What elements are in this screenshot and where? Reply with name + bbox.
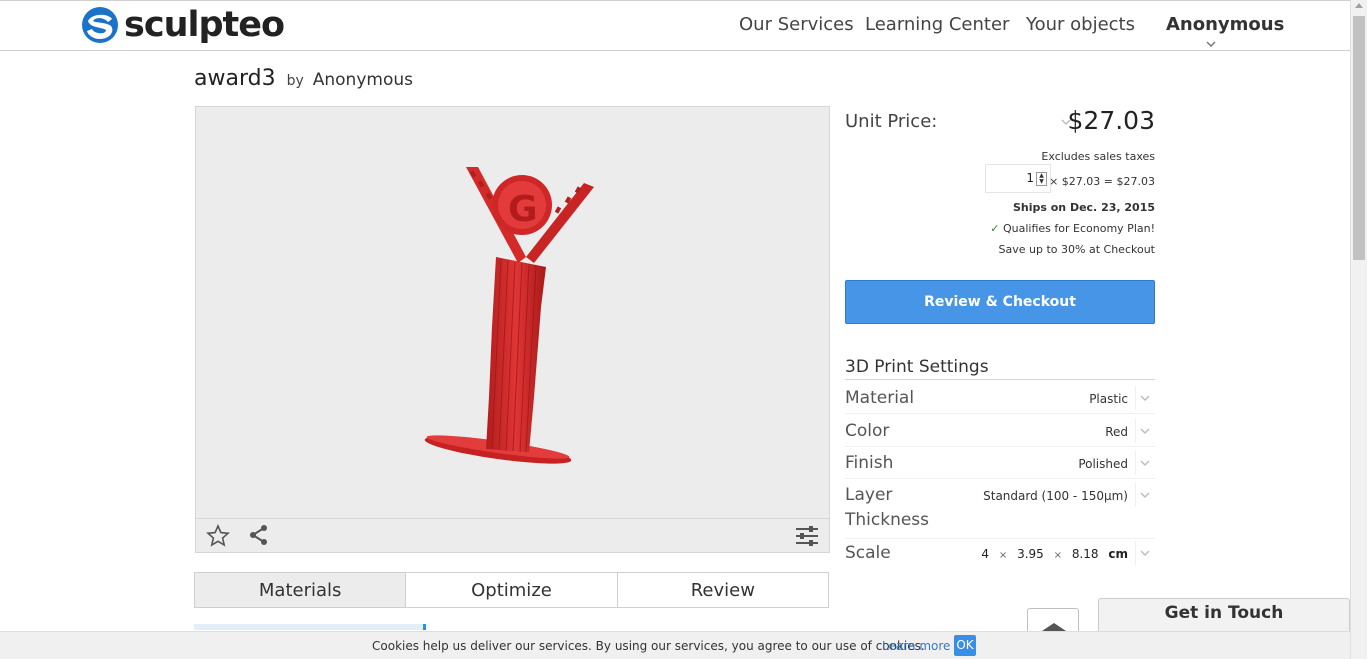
save-note: Save up to 30% at Checkout (998, 243, 1155, 256)
scale-label: Scale (845, 543, 891, 563)
material-row: Material Plastic (845, 386, 1155, 414)
scale-row: Scale 4 × 3.95 × 8.18 cm (845, 541, 1155, 569)
unit-price-label: Unit Price: (845, 111, 938, 132)
model-viewer[interactable]: G (195, 106, 830, 553)
quantity-input[interactable]: 1 ▲ ▼ (985, 164, 1051, 193)
unit-price: $27.03 (1067, 106, 1155, 135)
chevron-down-icon (1140, 492, 1149, 498)
scroll-up-arrow-icon[interactable] (1355, 3, 1363, 8)
color-dropdown[interactable] (1135, 419, 1153, 443)
material-value[interactable]: Plastic (1089, 392, 1128, 406)
economy-plan: ✓ Qualifies for Economy Plan! (990, 222, 1155, 235)
quantity-value: 1 (1026, 171, 1034, 185)
review-checkout-button[interactable]: Review & Checkout (845, 280, 1155, 324)
config-tabs: Materials Optimize Review (194, 572, 829, 608)
times-sign: × (1053, 550, 1062, 561)
model-render[interactable]: G (196, 107, 829, 519)
finish-row: Finish Polished (845, 451, 1155, 479)
sculpteo-logo[interactable]: sculpteo (82, 5, 285, 45)
thickness-label: Thickness (845, 510, 930, 530)
finish-label: Finish (845, 453, 894, 473)
tax-note: Excludes sales taxes (1041, 150, 1155, 163)
cookie-ok-button[interactable]: OK (954, 635, 976, 656)
material-label: Material (845, 388, 915, 408)
color-row: Color Red (845, 419, 1155, 447)
chevron-down-icon[interactable] (1206, 39, 1216, 50)
cookie-learn-more-link[interactable]: Learn more (882, 639, 950, 653)
quantity-stepper[interactable]: ▲ ▼ (1036, 172, 1047, 186)
scroll-thumb[interactable] (1353, 16, 1365, 260)
sliders-icon[interactable] (794, 524, 820, 552)
page-title: award3 by Anonymous (194, 66, 413, 91)
tab-review[interactable]: Review (617, 573, 828, 607)
chevron-down-icon (1140, 395, 1149, 401)
product-name: award3 (194, 66, 276, 91)
scale-unit-dropdown[interactable] (1135, 541, 1153, 565)
economy-plan-text: Qualifies for Economy Plan! (1003, 222, 1155, 235)
nav-your-objects[interactable]: Your objects (1026, 14, 1135, 35)
svg-text:G: G (508, 189, 538, 230)
chevron-down-icon (1140, 460, 1149, 466)
times-sign: × (998, 550, 1008, 561)
site-header: sculpteo Our Services Learning Center Yo… (0, 0, 1350, 51)
check-icon: ✓ (990, 222, 1000, 235)
materials-panel-preview (194, 624, 426, 630)
layer-thickness-row: Layer Thickness Standard (100 - 150µm) (845, 483, 1155, 539)
finish-value[interactable]: Polished (1078, 457, 1128, 471)
layer-label: Layer (845, 485, 893, 505)
nav-learning-center[interactable]: Learning Center (865, 14, 1009, 35)
chevron-down-icon (1140, 428, 1149, 434)
author-name[interactable]: Anonymous (313, 70, 413, 90)
tab-optimize[interactable]: Optimize (406, 573, 618, 607)
scale-y-input[interactable]: 3.95 (1017, 547, 1044, 561)
nav-our-services[interactable]: Our Services (739, 14, 854, 35)
material-dropdown[interactable] (1135, 386, 1153, 410)
sculpteo-logo-icon (82, 7, 118, 43)
cookie-banner: Cookies help us deliver our services. By… (0, 631, 1350, 659)
tab-materials[interactable]: Materials (195, 573, 407, 607)
color-value[interactable]: Red (1105, 425, 1128, 439)
scale-values: 4 × 3.95 × 8.18 cm (975, 547, 1128, 561)
print-settings-title: 3D Print Settings (845, 357, 1155, 380)
ship-date: Ships on Dec. 23, 2015 (1012, 201, 1155, 214)
star-icon[interactable] (206, 524, 230, 552)
scale-unit[interactable]: cm (1108, 547, 1128, 561)
user-menu[interactable]: Anonymous (1166, 14, 1284, 35)
share-icon[interactable] (248, 524, 270, 550)
finish-dropdown[interactable] (1135, 451, 1153, 475)
page-scrollbar[interactable] (1350, 0, 1367, 659)
scale-z-input[interactable]: 8.18 (1072, 547, 1099, 561)
color-label: Color (845, 421, 890, 441)
viewer-toolbar (196, 518, 829, 552)
cookie-message: Cookies help us deliver our services. By… (372, 639, 925, 653)
logo-text: sculpteo (124, 5, 285, 45)
layer-thickness-value[interactable]: Standard (100 - 150µm) (983, 489, 1128, 503)
chevron-down-icon (1140, 550, 1149, 556)
layer-thickness-dropdown[interactable] (1135, 483, 1153, 507)
scale-x-input[interactable]: 4 (981, 547, 989, 561)
by-label: by (286, 73, 304, 89)
price-calculation: × $27.03 = $27.03 (1049, 175, 1155, 188)
